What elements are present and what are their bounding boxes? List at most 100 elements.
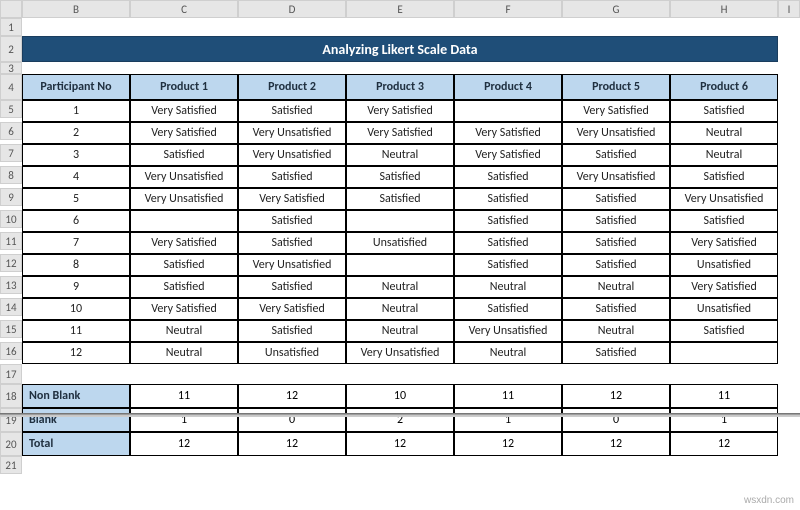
cell-blank[interactable] (778, 298, 800, 320)
data-cell[interactable]: Very Satisfied (130, 232, 238, 254)
data-cell[interactable]: Satisfied (670, 166, 778, 188)
data-cell[interactable]: Very Unsatisfied (238, 254, 346, 276)
cell-blank[interactable] (778, 144, 800, 166)
summary-value[interactable]: 2 (346, 408, 454, 432)
cell-blank[interactable] (778, 166, 800, 188)
data-cell[interactable]: Satisfied (454, 188, 562, 210)
data-cell[interactable] (130, 210, 238, 232)
participant-no[interactable]: 11 (22, 320, 130, 342)
data-cell[interactable]: Neutral (454, 342, 562, 364)
data-cell[interactable]: Very Satisfied (454, 144, 562, 166)
row-header-9[interactable]: 9 (0, 188, 22, 206)
cell-blank[interactable] (778, 364, 800, 384)
row-header-5[interactable]: 5 (0, 100, 22, 118)
cell-blank[interactable] (778, 232, 800, 254)
cell-blank[interactable] (454, 18, 562, 32)
summary-value[interactable]: 11 (670, 384, 778, 408)
row-header-8[interactable]: 8 (0, 166, 22, 184)
data-cell[interactable]: Unsatisfied (238, 342, 346, 364)
cell-blank[interactable] (778, 210, 800, 232)
summary-value[interactable]: 12 (238, 384, 346, 408)
participant-no[interactable]: 12 (22, 342, 130, 364)
data-cell[interactable]: Satisfied (238, 276, 346, 298)
data-cell[interactable]: Very Satisfied (130, 122, 238, 144)
row-header-11[interactable]: 11 (0, 232, 22, 250)
cell-blank[interactable] (778, 100, 800, 122)
summary-value[interactable]: 11 (454, 384, 562, 408)
summary-value[interactable]: 12 (562, 384, 670, 408)
cell-blank[interactable] (670, 62, 778, 74)
data-cell[interactable]: Very Unsatisfied (130, 188, 238, 210)
col-header-I[interactable]: I (778, 0, 800, 18)
data-cell[interactable]: Very Satisfied (454, 122, 562, 144)
data-cell[interactable]: Unsatisfied (670, 298, 778, 320)
data-cell[interactable]: Satisfied (238, 210, 346, 232)
data-cell[interactable]: Neutral (670, 144, 778, 166)
cell-blank[interactable] (238, 456, 346, 478)
participant-no[interactable]: 9 (22, 276, 130, 298)
data-cell[interactable]: Satisfied (562, 232, 670, 254)
cell-blank[interactable] (562, 18, 670, 32)
cell-blank[interactable] (670, 364, 778, 384)
cell-blank[interactable] (778, 384, 800, 408)
summary-value[interactable]: 0 (238, 408, 346, 432)
col-header-B[interactable]: B (22, 0, 130, 18)
data-cell[interactable]: Satisfied (562, 298, 670, 320)
cell-blank[interactable] (562, 62, 670, 74)
cell-blank[interactable] (562, 456, 670, 478)
data-cell[interactable] (454, 100, 562, 122)
row-header-18[interactable]: 18 (0, 384, 22, 408)
summary-value[interactable]: 10 (346, 384, 454, 408)
cell-blank[interactable] (778, 276, 800, 298)
cell-blank[interactable] (778, 456, 800, 478)
cell-blank[interactable] (778, 36, 800, 62)
data-cell[interactable]: Satisfied (238, 232, 346, 254)
summary-value[interactable]: 12 (670, 432, 778, 456)
data-cell[interactable]: Satisfied (238, 100, 346, 122)
selectall-corner[interactable] (0, 0, 22, 18)
cell-blank[interactable] (454, 62, 562, 74)
participant-no[interactable]: 1 (22, 100, 130, 122)
row-header-12[interactable]: 12 (0, 254, 22, 272)
summary-value[interactable]: 12 (130, 432, 238, 456)
cell-blank[interactable] (346, 18, 454, 32)
data-cell[interactable]: Very Satisfied (238, 298, 346, 320)
summary-value[interactable]: 12 (238, 432, 346, 456)
summary-value[interactable]: 1 (454, 408, 562, 432)
data-cell[interactable]: Very Unsatisfied (346, 342, 454, 364)
cell-blank[interactable] (778, 320, 800, 342)
cell-blank[interactable] (346, 364, 454, 384)
data-cell[interactable]: Very Satisfied (346, 100, 454, 122)
cell-blank[interactable] (778, 342, 800, 364)
data-cell[interactable]: Very Unsatisfied (670, 188, 778, 210)
data-cell[interactable]: Satisfied (454, 232, 562, 254)
data-cell[interactable]: Neutral (130, 342, 238, 364)
col-header-F[interactable]: F (454, 0, 562, 18)
row-header-15[interactable]: 15 (0, 320, 22, 338)
data-cell[interactable]: Very Satisfied (130, 100, 238, 122)
row-header-16[interactable]: 16 (0, 342, 22, 360)
cell-blank[interactable] (346, 62, 454, 74)
cell-blank[interactable] (346, 456, 454, 478)
row-header-4[interactable]: 4 (0, 74, 22, 100)
data-cell[interactable] (670, 342, 778, 364)
cell-blank[interactable] (130, 18, 238, 32)
cell-blank[interactable] (22, 62, 130, 74)
cell-blank[interactable] (670, 456, 778, 478)
data-cell[interactable]: Satisfied (346, 188, 454, 210)
summary-value[interactable]: 0 (562, 408, 670, 432)
data-cell[interactable]: Very Satisfied (130, 298, 238, 320)
data-cell[interactable]: Satisfied (562, 210, 670, 232)
cell-blank[interactable] (22, 18, 130, 32)
summary-value[interactable]: 11 (130, 384, 238, 408)
col-header-D[interactable]: D (238, 0, 346, 18)
summary-value[interactable]: 1 (130, 408, 238, 432)
summary-value[interactable]: 1 (670, 408, 778, 432)
data-cell[interactable]: Satisfied (562, 188, 670, 210)
cell-blank[interactable] (778, 18, 800, 32)
cell-blank[interactable] (778, 254, 800, 276)
participant-no[interactable]: 3 (22, 144, 130, 166)
data-cell[interactable]: Satisfied (454, 254, 562, 276)
cell-blank[interactable] (778, 188, 800, 210)
row-header-19[interactable]: 19 (0, 408, 22, 432)
